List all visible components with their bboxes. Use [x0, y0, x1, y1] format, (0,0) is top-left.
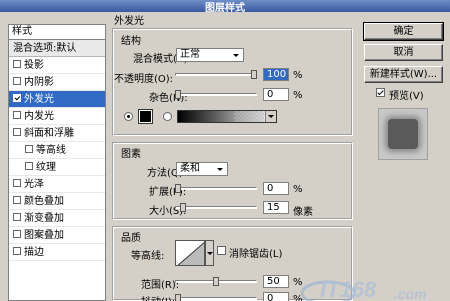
sidebar-item-label: 图案叠加 — [24, 230, 64, 241]
sidebar-item-checkbox[interactable] — [13, 247, 21, 255]
sidebar-item-checkbox[interactable] — [13, 213, 21, 221]
quality-title: 品质 — [121, 233, 141, 244]
preview-label: 预览(V) — [389, 91, 424, 102]
sidebar-item-checkbox[interactable] — [13, 179, 21, 187]
spread-slider-thumb[interactable] — [175, 184, 181, 193]
sidebar-item-0[interactable]: 投影 — [9, 57, 105, 74]
range-label: 范围(R): — [141, 280, 180, 291]
title-bar: 图层样式 — [0, 0, 450, 14]
elements-title: 图素 — [121, 149, 141, 160]
sidebar-item-checkbox[interactable] — [13, 60, 21, 68]
opacity-slider[interactable] — [175, 70, 257, 80]
contour-preview[interactable] — [175, 240, 205, 266]
sidebar-item-8[interactable]: 颜色叠加 — [9, 193, 105, 210]
sidebar-item-2[interactable]: 外发光 — [9, 91, 105, 108]
sidebar-item-9[interactable]: 渐变叠加 — [9, 210, 105, 227]
sidebar-item-checkbox[interactable] — [13, 94, 21, 102]
glow-gradient-picker[interactable] — [177, 110, 277, 123]
blend-mode-value: 正常 — [180, 49, 200, 60]
sidebar-item-5[interactable]: 等高线 — [9, 142, 105, 159]
contour-label: 等高线: — [131, 251, 165, 262]
range-slider[interactable] — [175, 277, 257, 287]
glow-color-swatch[interactable] — [138, 109, 153, 124]
sidebar-item-checkbox[interactable] — [13, 77, 21, 85]
noise-unit: % — [293, 90, 303, 101]
method-value: 柔和 — [180, 163, 200, 174]
solid-color-radio[interactable] — [124, 112, 133, 121]
size-slider-thumb[interactable] — [180, 203, 186, 212]
method-select[interactable]: 柔和 — [176, 162, 228, 176]
size-input[interactable]: 15 — [263, 201, 289, 214]
spread-input[interactable]: 0 — [263, 182, 289, 195]
sidebar-item-label: 纹理 — [36, 162, 56, 173]
spread-unit: % — [293, 184, 303, 195]
preview-glow-square — [388, 119, 418, 149]
jitter-label: 抖动(J): — [141, 293, 175, 301]
sidebar-item-label: 渐变叠加 — [24, 213, 64, 224]
sidebar-item-label: 等高线 — [36, 145, 66, 156]
sidebar-item-label: 内发光 — [24, 111, 54, 122]
ok-button[interactable]: 确定 — [363, 22, 444, 41]
chevron-down-icon — [231, 50, 241, 60]
jitter-slider-thumb[interactable] — [175, 294, 181, 301]
section-title: 外发光 — [114, 16, 144, 27]
range-input[interactable]: 50 — [263, 275, 289, 288]
noise-slider-thumb[interactable] — [175, 90, 181, 99]
sidebar-item-checkbox[interactable] — [13, 111, 21, 119]
sidebar-item-4[interactable]: 斜面和浮雕 — [9, 125, 105, 142]
contour-dropdown-button[interactable] — [205, 240, 214, 266]
range-slider-thumb[interactable] — [213, 277, 219, 286]
cancel-button[interactable]: 取消 — [364, 44, 443, 61]
sidebar-item-7[interactable]: 光泽 — [9, 176, 105, 193]
sidebar-item-label: 外发光 — [24, 94, 54, 105]
style-list-header[interactable]: 样式 — [9, 25, 105, 40]
opacity-unit: % — [293, 70, 303, 81]
noise-slider[interactable] — [175, 90, 257, 100]
svg-text:.com: .com — [394, 286, 427, 301]
sidebar-item-10[interactable]: 图案叠加 — [9, 227, 105, 244]
style-preview-thumbnail — [378, 108, 428, 160]
sidebar-item-checkbox[interactable] — [13, 128, 21, 136]
sidebar-item-checkbox[interactable] — [25, 162, 33, 170]
size-slider[interactable] — [175, 203, 257, 213]
sidebar-item-label: 描边 — [24, 247, 44, 258]
opacity-input[interactable]: 100 — [263, 68, 289, 81]
svg-text:IT168: IT168 — [320, 277, 377, 301]
chevron-down-icon[interactable] — [265, 111, 276, 122]
sidebar-item-checkbox[interactable] — [25, 145, 33, 153]
jitter-input[interactable]: 0 — [263, 292, 289, 301]
antialias-checkbox[interactable] — [217, 246, 226, 255]
preview-checkbox[interactable] — [376, 88, 385, 97]
sidebar-item-label: 斜面和浮雕 — [24, 128, 74, 139]
size-unit: 像素 — [293, 207, 313, 218]
sidebar-item-6[interactable]: 纹理 — [9, 159, 105, 176]
structure-title: 结构 — [121, 36, 141, 47]
opacity-slider-thumb[interactable] — [251, 70, 257, 79]
style-list: 样式 混合选项:默认 投影内阴影外发光内发光斜面和浮雕等高线纹理光泽颜色叠加渐变… — [8, 24, 106, 301]
blend-options-item[interactable]: 混合选项:默认 — [9, 40, 105, 57]
spread-slider[interactable] — [175, 184, 257, 194]
sidebar-item-11[interactable]: 描边 — [9, 244, 105, 261]
it168-watermark-logo: IT168 .com — [300, 277, 427, 301]
outer-glow-panel: 外发光 结构 混合模式(B): 正常 不透明度(O): 100 % 杂色(N):… — [111, 12, 356, 301]
blend-mode-select[interactable]: 正常 — [176, 48, 244, 62]
sidebar-item-label: 颜色叠加 — [24, 196, 64, 207]
jitter-slider[interactable] — [175, 294, 257, 301]
sidebar-item-label: 投影 — [24, 60, 44, 71]
sidebar-item-label: 内阴影 — [24, 77, 54, 88]
contour-curve-icon — [177, 242, 204, 265]
sidebar-item-label: 光泽 — [24, 179, 44, 190]
sidebar-item-checkbox[interactable] — [13, 196, 21, 204]
noise-input[interactable]: 0 — [263, 88, 289, 101]
opacity-label: 不透明度(O): — [114, 74, 174, 85]
layer-style-dialog: 样式 混合选项:默认 投影 内阴影 外发光 内发光 斜面和浮雕 等高线 纹理 光泽 颜色叠加 渐变… — [0, 12, 450, 301]
antialias-label: 消除锯齿(L) — [229, 249, 283, 260]
gradient-radio[interactable] — [163, 112, 172, 121]
sidebar-item-1[interactable]: 内阴影 — [9, 74, 105, 91]
sidebar-item-checkbox[interactable] — [13, 230, 21, 238]
chevron-down-icon — [215, 164, 225, 174]
new-style-button[interactable]: 新建样式(W)... — [364, 66, 443, 83]
sidebar-item-3[interactable]: 内发光 — [9, 108, 105, 125]
